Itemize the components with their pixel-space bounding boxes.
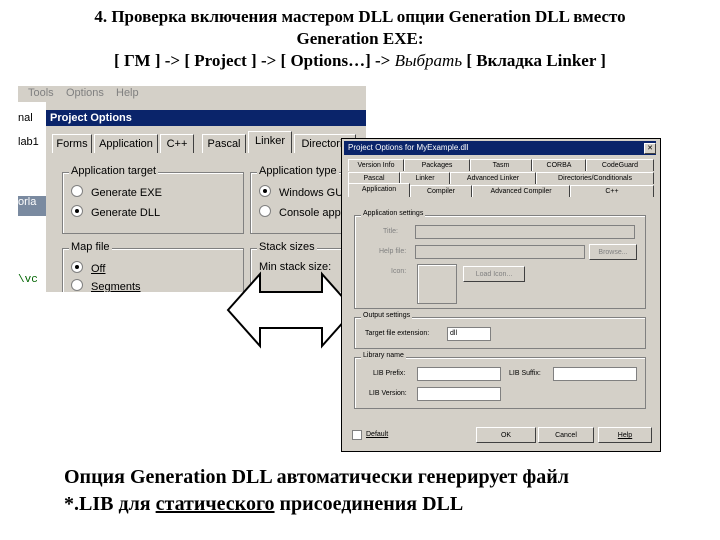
- slide-heading: 4. Проверка включения мастером DLL опции…: [0, 6, 720, 72]
- map-file-group: Map file Off Segments: [62, 241, 244, 292]
- heading-italic-word: Выбрать: [394, 51, 463, 70]
- application-settings-label: Application settings: [361, 210, 426, 217]
- lib-prefix-label: LIB Prefix:: [373, 370, 406, 377]
- stack-sizes-label: Stack sizes: [257, 241, 317, 253]
- help-file-label: Help file:: [379, 248, 407, 255]
- tab-application[interactable]: Application: [94, 134, 158, 153]
- target-extension-label: Target file extension:: [365, 330, 430, 337]
- console-app-label: Console appl: [279, 207, 344, 219]
- application-settings-group: Application settings Title: Help file: B…: [354, 210, 646, 309]
- title-label: Title:: [383, 228, 398, 235]
- tab-tasm[interactable]: Tasm: [470, 159, 532, 171]
- radio-circle-segments[interactable]: [71, 279, 83, 291]
- icon-label: Icon:: [391, 268, 407, 275]
- caption-end: присоединения DLL: [274, 493, 464, 515]
- radio-windows-gui[interactable]: Windows GU: [259, 185, 343, 199]
- map-segments-label: Segments: [91, 281, 141, 292]
- radio-map-off[interactable]: Off: [71, 261, 105, 275]
- tab-cpp[interactable]: C++: [160, 134, 194, 153]
- project-options-title: Project Options: [46, 110, 366, 126]
- lib-version-input[interactable]: [417, 387, 501, 401]
- project-options-dll-screenshot: Project Options for MyExample.dll ✕ Vers…: [341, 138, 661, 452]
- double-arrow-icon: [226, 271, 356, 349]
- radio-circle-windows[interactable]: [259, 185, 271, 197]
- heading-line-3: [ ГМ ] -> [ Project ] -> [ Options…] -> …: [0, 50, 720, 72]
- heading-path-end: [ Вкладка Linker ]: [462, 51, 606, 70]
- default-checkbox[interactable]: [352, 430, 362, 440]
- heading-line-2: Generation EXE:: [296, 29, 424, 48]
- radio-map-segments[interactable]: Segments: [71, 279, 141, 292]
- tab-corba[interactable]: CORBA: [532, 159, 586, 171]
- map-file-label: Map file: [69, 241, 112, 253]
- application-target-label: Application target: [69, 165, 158, 177]
- radio-circle-console[interactable]: [259, 205, 271, 217]
- tab-codeguard[interactable]: CodeGuard: [586, 159, 654, 171]
- radio-circle-dll[interactable]: [71, 205, 83, 217]
- lib-version-label: LIB Version:: [369, 390, 407, 397]
- strip-text-1: nal: [18, 112, 33, 124]
- lib-suffix-input[interactable]: [553, 367, 637, 381]
- library-name-label: Library name: [361, 352, 406, 359]
- strip-text-3: orla: [18, 196, 46, 216]
- strip-text-4: \vc: [18, 274, 38, 286]
- icon-preview: [417, 264, 457, 304]
- browse-button[interactable]: Browse...: [589, 244, 637, 260]
- windows-gui-label: Windows GU: [279, 187, 344, 199]
- background-editor-strip: nal lab1 orla \vc op: [18, 102, 46, 292]
- output-settings-group: Output settings Target file extension: d…: [354, 312, 646, 349]
- radio-circle-exe[interactable]: [71, 185, 83, 197]
- application-target-group: Application target Generate EXE Generate…: [62, 165, 244, 234]
- tab-advanced-linker[interactable]: Advanced Linker: [450, 172, 536, 184]
- ok-button[interactable]: OK: [476, 427, 536, 443]
- caption-underlined-word: статического: [155, 493, 275, 515]
- caption-line-2: *.LIB для статического присоединения DLL: [64, 491, 704, 518]
- cancel-button[interactable]: Cancel: [538, 427, 594, 443]
- radio-generate-exe[interactable]: Generate EXE: [71, 185, 162, 199]
- load-icon-button[interactable]: Load Icon...: [463, 266, 525, 282]
- tab-linker[interactable]: Linker: [248, 131, 292, 153]
- menu-bar: Tools Options Help: [18, 86, 366, 102]
- default-label: Default: [366, 431, 389, 438]
- application-type-label: Application type: [257, 165, 339, 177]
- output-settings-label: Output settings: [361, 312, 413, 319]
- dialog-title: Project Options for MyExample.dll: [344, 141, 656, 155]
- tab-advanced-compiler[interactable]: Advanced Compiler: [472, 185, 570, 197]
- strip-text-5: op: [22, 290, 35, 292]
- caption-line-1: Опция Generation DLL автоматически генер…: [64, 466, 570, 488]
- radio-circle-off[interactable]: [71, 261, 83, 273]
- generate-exe-label: Generate EXE: [91, 187, 162, 199]
- title-input[interactable]: [415, 225, 635, 239]
- tab-packages[interactable]: Packages: [404, 159, 470, 171]
- tab-directories-conditionals[interactable]: Directories/Conditionals: [536, 172, 654, 184]
- lib-prefix-input[interactable]: [417, 367, 501, 381]
- menu-options[interactable]: Options: [66, 87, 104, 99]
- slide-caption: Опция Generation DLL автоматически генер…: [64, 464, 704, 518]
- menu-help[interactable]: Help: [116, 87, 139, 99]
- heading-path: [ ГМ ] -> [ Project ] -> [ Options…] ->: [114, 51, 395, 70]
- radio-generate-dll[interactable]: Generate DLL: [71, 205, 160, 219]
- library-name-group: Library name LIB Prefix: LIB Suffix: LIB…: [354, 352, 646, 409]
- tab-version-info[interactable]: Version Info: [348, 159, 404, 171]
- caption-lib: *.LIB для: [64, 493, 156, 515]
- close-icon[interactable]: ✕: [644, 143, 656, 154]
- generate-dll-label: Generate DLL: [91, 207, 161, 219]
- tab-cpp-2[interactable]: C++: [570, 185, 654, 197]
- project-options-screenshot: Tools Options Help nal lab1 orla \vc op …: [18, 86, 366, 292]
- strip-text-2: lab1: [18, 136, 39, 148]
- radio-console-app[interactable]: Console appl: [259, 205, 343, 219]
- help-file-input[interactable]: [415, 245, 585, 259]
- tab-application-2[interactable]: Application: [348, 183, 410, 197]
- tab-compiler[interactable]: Compiler: [410, 185, 472, 197]
- map-off-label: Off: [91, 263, 106, 275]
- target-extension-input[interactable]: dll: [447, 327, 491, 341]
- heading-line-1: 4. Проверка включения мастером DLL опции…: [94, 7, 626, 26]
- tab-forms[interactable]: Forms: [52, 134, 92, 153]
- menu-tools[interactable]: Tools: [28, 87, 54, 99]
- tab-pascal[interactable]: Pascal: [202, 134, 246, 153]
- help-button[interactable]: Help: [598, 427, 652, 443]
- lib-suffix-label: LIB Suffix:: [509, 370, 541, 377]
